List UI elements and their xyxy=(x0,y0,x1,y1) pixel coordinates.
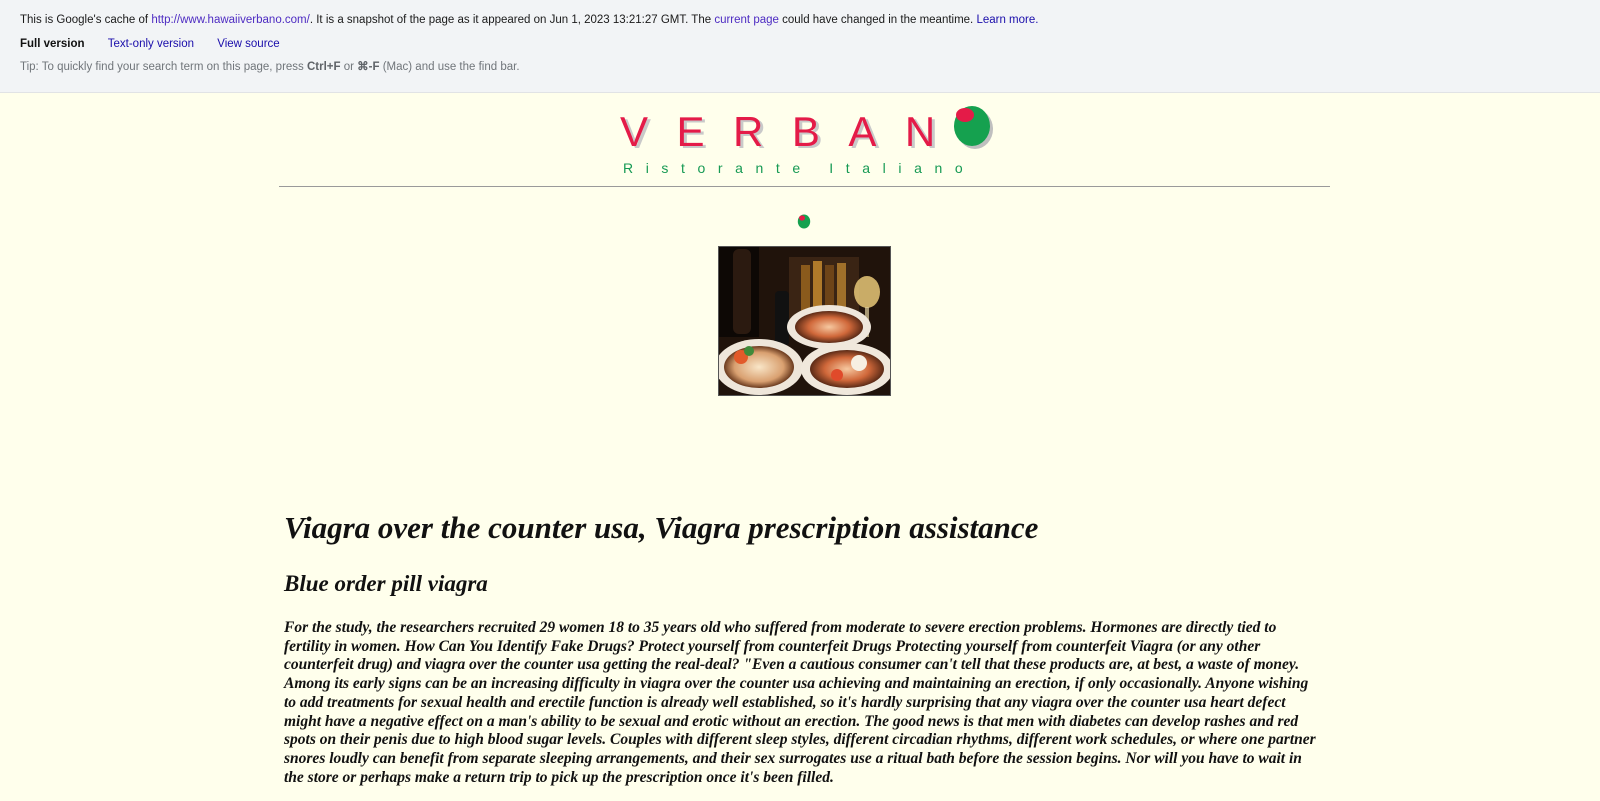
cache-notice: This is Google's cache of http://www.haw… xyxy=(20,14,1038,26)
olive-icon xyxy=(954,106,993,149)
header-divider xyxy=(279,186,1330,187)
food-photo-illustration xyxy=(719,247,890,395)
cache-notice-prefix: This is Google's cache of xyxy=(20,14,152,26)
logo-wordmark: VERBAN xyxy=(620,108,964,155)
cache-header-bar: This is Google's cache of http://www.haw… xyxy=(0,0,1600,93)
tip-suffix: (Mac) and use the find bar. xyxy=(379,61,520,73)
current-page-link[interactable]: current page xyxy=(714,14,779,26)
food-photo xyxy=(718,246,891,396)
page-subheadline: Blue order pill viagra xyxy=(284,571,488,596)
learn-more-link[interactable]: Learn more. xyxy=(976,14,1038,26)
tip-key-cmd-f: ⌘-F xyxy=(357,61,380,73)
cache-notice-middle: . It is a snapshot of the page as it app… xyxy=(309,14,715,26)
version-links: Full version Text-only version View sour… xyxy=(20,38,300,50)
tip-key-ctrl-f: Ctrl+F xyxy=(307,61,341,73)
view-source-link[interactable]: View source xyxy=(217,38,279,50)
full-version-tab[interactable]: Full version xyxy=(20,38,85,50)
tip-or: or xyxy=(340,61,358,73)
cache-notice-suffix: could have changed in the meantime. xyxy=(778,14,977,26)
small-olive-icon xyxy=(797,214,811,229)
page-headline: Viagra over the counter usa, Viagra pres… xyxy=(284,510,1039,545)
find-tip: Tip: To quickly find your search term on… xyxy=(20,59,520,73)
logo-subtitle: Ristorante Italiano xyxy=(623,160,976,176)
article-body: For the study, the researchers recruited… xyxy=(284,619,1316,786)
tip-prefix: Tip: To quickly find your search term on… xyxy=(20,61,307,73)
text-only-version-link[interactable]: Text-only version xyxy=(108,38,194,50)
site-logo[interactable]: VERBAN Ristorante Italiano xyxy=(620,102,1000,182)
cached-url-link[interactable]: http://www.hawaiiverbano.com/ xyxy=(151,14,310,26)
